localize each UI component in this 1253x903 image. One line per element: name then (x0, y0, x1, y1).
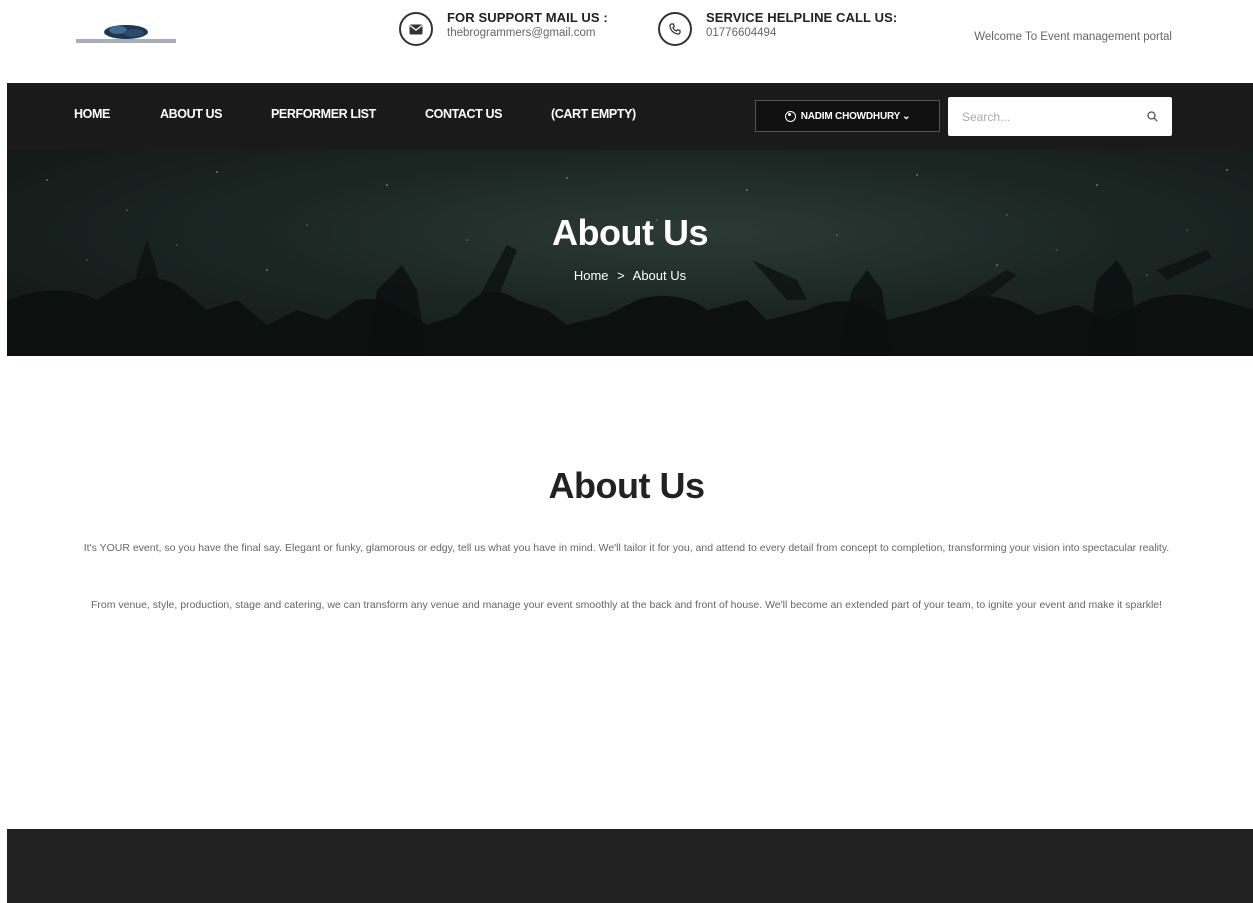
search-box (948, 97, 1172, 136)
hero-title: About Us (552, 212, 708, 253)
about-paragraph-2: From venue, style, production, stage and… (90, 599, 1163, 611)
helpline-phone[interactable]: 01776604494 (706, 26, 897, 40)
welcome-text: Welcome To Event management portal (974, 31, 1172, 43)
helpline-block: SERVICE HELPLINE CALL US: 01776604494 (658, 10, 897, 46)
brogrammers-logo[interactable] (72, 20, 180, 48)
support-mail-title: FOR SUPPORT MAIL US : (447, 10, 608, 25)
user-circle-icon (784, 110, 796, 122)
nav-home[interactable]: HOME (74, 107, 110, 121)
user-menu-button[interactable]: NADIM CHOWDHURY ⌄ (755, 100, 940, 132)
breadcrumb-home-link[interactable]: Home (574, 268, 609, 283)
search-icon[interactable] (1147, 111, 1158, 122)
breadcrumb-current: About Us (632, 268, 687, 283)
breadcrumb-separator: > (617, 268, 625, 283)
about-section-title: About Us (548, 465, 705, 506)
nav-cart[interactable]: (CART EMPTY) (551, 107, 636, 121)
phone-icon (658, 12, 692, 46)
nav-contact-us[interactable]: CONTACT US (425, 107, 502, 121)
user-name-label: NADIM CHOWDHURY (800, 110, 901, 122)
top-header: FOR SUPPORT MAIL US : thebrogrammers@gma… (0, 0, 1253, 83)
support-mail-block: FOR SUPPORT MAIL US : thebrogrammers@gma… (399, 10, 608, 46)
hero-banner: About Us Home > About Us (7, 150, 1253, 356)
nav-about-us[interactable]: ABOUT US (160, 107, 222, 121)
main-navbar: HOME ABOUT US PERFORMER LIST CONTACT US … (7, 83, 1253, 150)
support-email[interactable]: thebrogrammers@gmail.com (447, 26, 608, 40)
helpline-title: SERVICE HELPLINE CALL US: (706, 10, 898, 25)
about-paragraph-1: It's YOUR event, so you have the final s… (83, 542, 1170, 554)
envelope-icon (399, 12, 433, 46)
chevron-down-icon: ⌄ (902, 110, 911, 122)
page-footer (7, 829, 1253, 903)
breadcrumb: Home > About Us (7, 268, 1253, 283)
search-input[interactable] (948, 109, 1128, 124)
nav-performer-list[interactable]: PERFORMER LIST (271, 107, 376, 121)
